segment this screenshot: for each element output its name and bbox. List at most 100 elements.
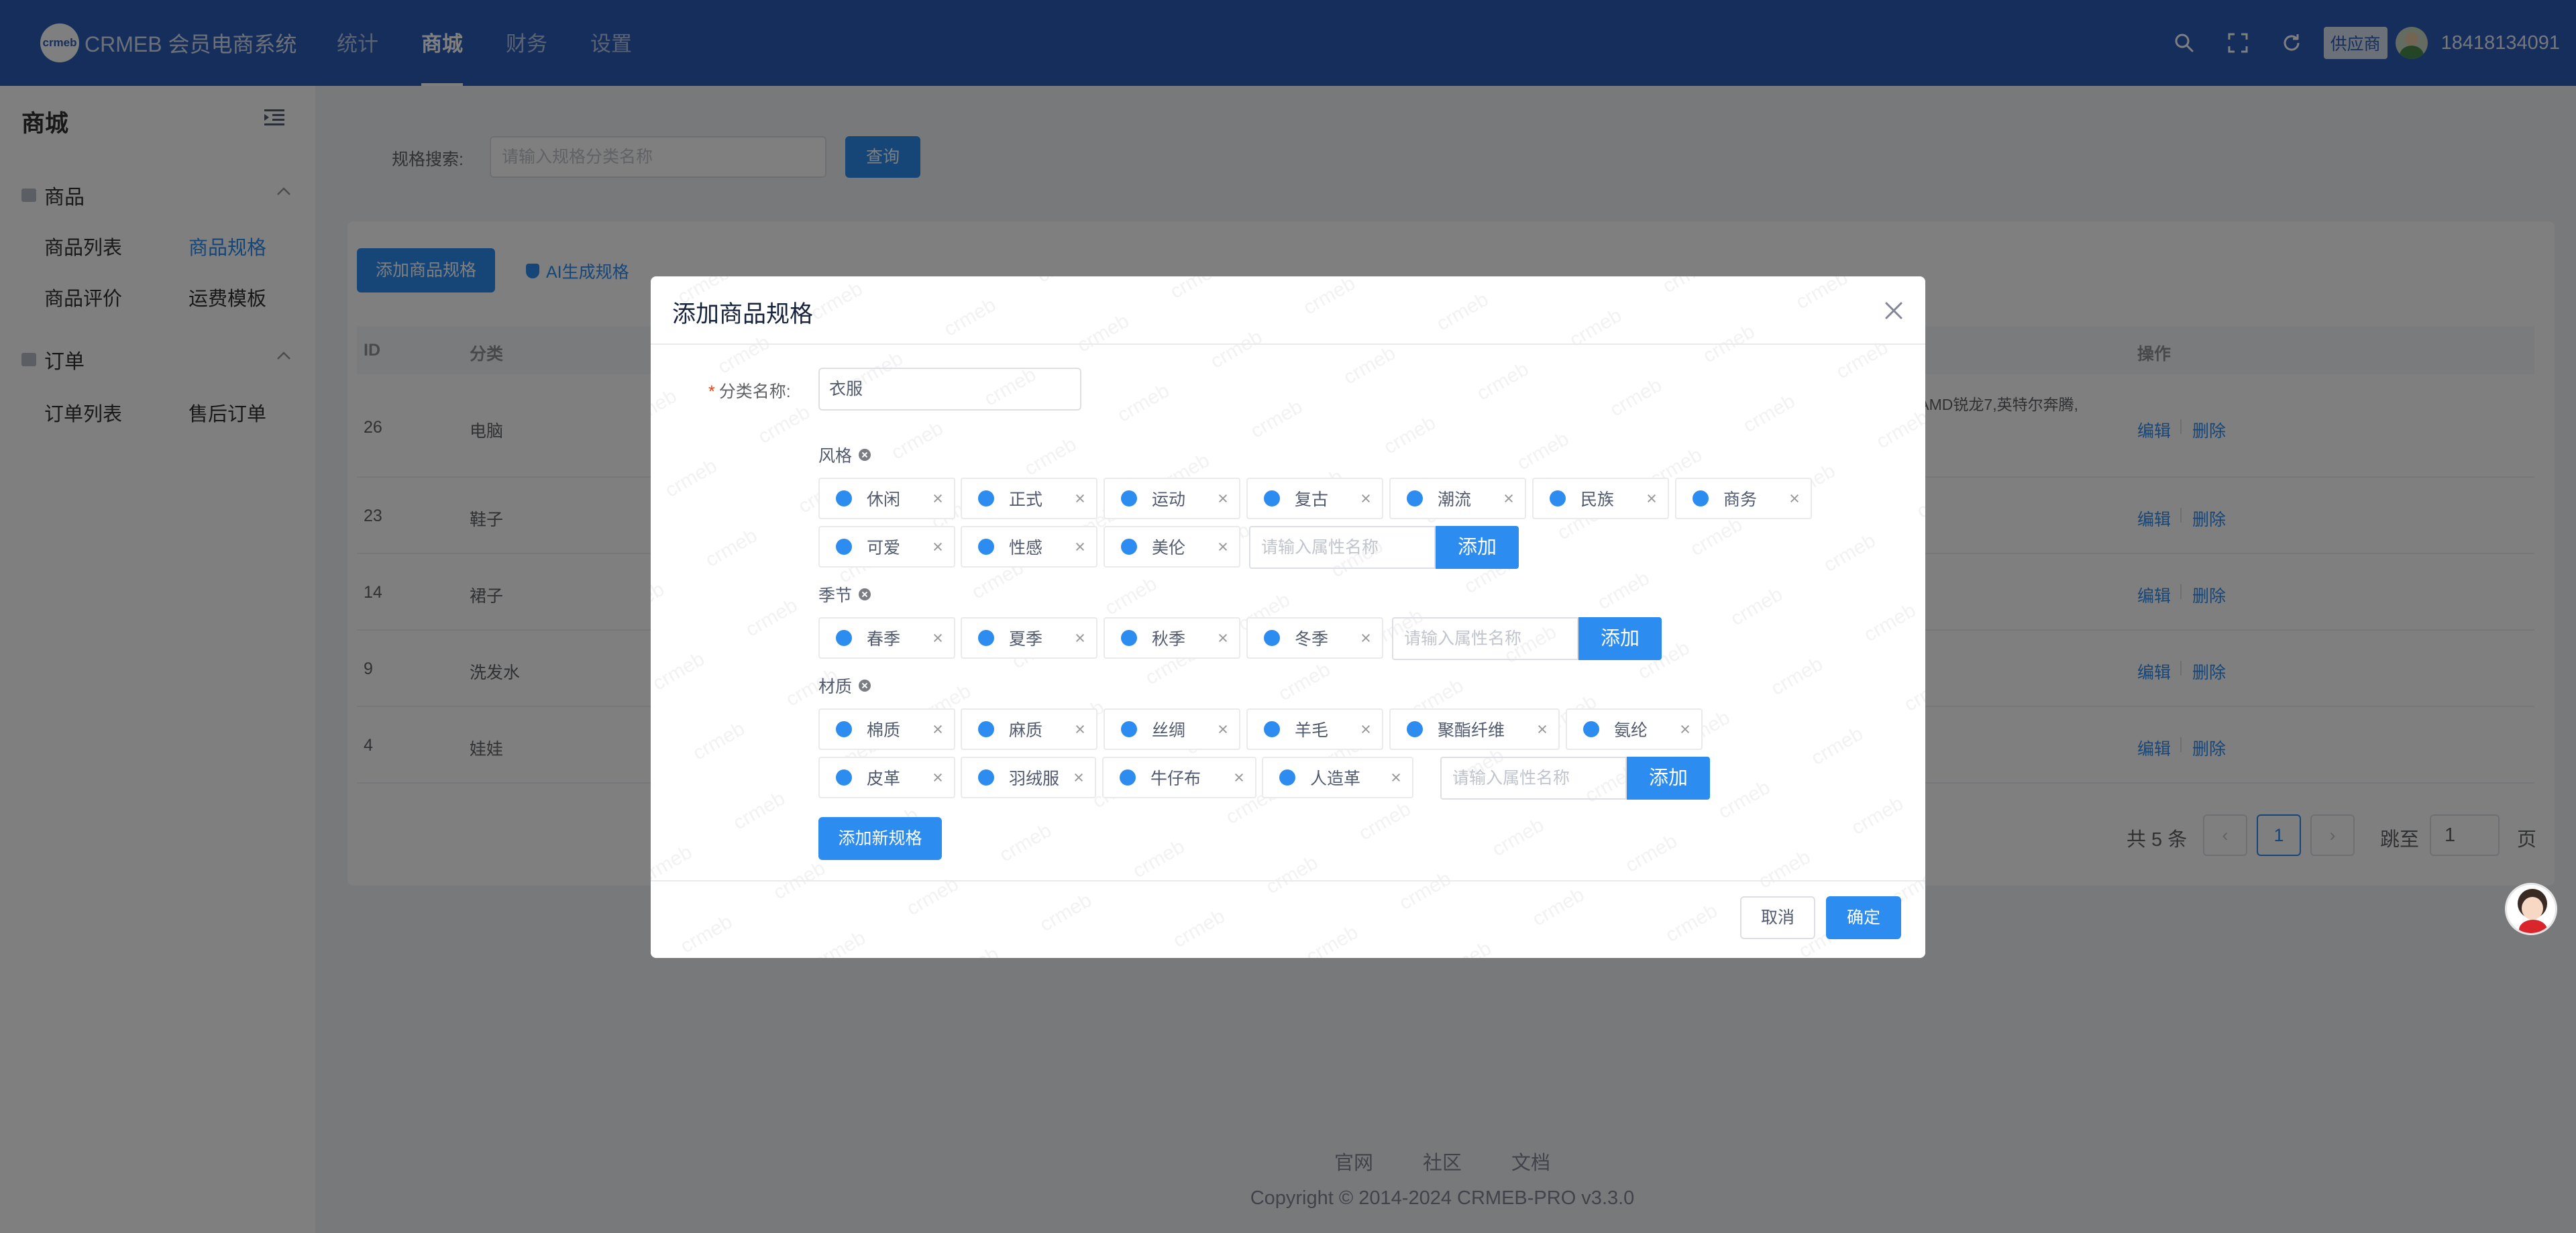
drag-dot-icon[interactable] (1121, 721, 1137, 737)
spec-delete-icon[interactable] (859, 680, 871, 692)
drag-dot-icon[interactable] (1120, 769, 1136, 786)
drag-dot-icon[interactable] (978, 769, 994, 786)
remove-icon[interactable]: × (1064, 537, 1096, 557)
remove-icon[interactable]: × (922, 537, 954, 557)
drag-dot-icon[interactable] (978, 539, 994, 555)
drag-dot-icon[interactable] (836, 539, 852, 555)
customer-service-avatar[interactable] (2505, 883, 2557, 935)
attr-chip: 羽绒服 × (961, 757, 1096, 798)
spec-name: 材质 (818, 678, 853, 696)
add-attr-button[interactable]: 添加 (1436, 526, 1519, 569)
attr-chip: 氨纶 × (1566, 708, 1703, 750)
attr-name-input[interactable]: 请输入属性名称 (1440, 757, 1627, 800)
attr-chip: 秋季 × (1104, 617, 1240, 659)
remove-icon[interactable]: × (922, 488, 954, 509)
remove-icon[interactable]: × (1064, 488, 1096, 509)
attr-chip: 牛仔布 × (1102, 757, 1256, 798)
add-attr-button[interactable]: 添加 (1578, 617, 1662, 660)
remove-icon[interactable]: × (1064, 719, 1096, 740)
attr-chip: 夏季 × (961, 617, 1097, 659)
attr-chip: 民族 × (1532, 478, 1669, 519)
drag-dot-icon[interactable] (836, 630, 852, 646)
spec-title: 风格 (818, 443, 871, 467)
modal-title: 添加商品规格 (672, 301, 814, 327)
attr-name-input[interactable]: 请输入属性名称 (1392, 617, 1578, 660)
attr-chip: 潮流 × (1389, 478, 1526, 519)
remove-icon[interactable]: × (1207, 628, 1239, 649)
attr-chip: 复古 × (1246, 478, 1383, 519)
spec-name: 风格 (818, 447, 853, 466)
drag-dot-icon[interactable] (1279, 769, 1295, 786)
drag-dot-icon[interactable] (1550, 490, 1566, 506)
attr-chip: 春季 × (818, 617, 955, 659)
add-spec-modal: crmeb 添加商品规格 *分类名称: 衣服 风格 休闲× 正式× 运动× 复古… (651, 276, 1925, 958)
remove-icon[interactable]: × (1207, 488, 1239, 509)
attr-chip: 丝绸 × (1104, 708, 1240, 750)
drag-dot-icon[interactable] (1121, 539, 1137, 555)
confirm-button[interactable]: 确定 (1826, 896, 1901, 939)
spec-title: 材质 (818, 674, 871, 698)
remove-icon[interactable]: × (1223, 767, 1255, 788)
spec-delete-icon[interactable] (859, 588, 871, 600)
attr-chip: 商务 × (1675, 478, 1812, 519)
attr-chip: 运动 × (1104, 478, 1240, 519)
remove-icon[interactable]: × (922, 719, 954, 740)
remove-icon[interactable]: × (1350, 488, 1382, 509)
remove-icon[interactable]: × (1207, 537, 1239, 557)
remove-icon[interactable]: × (1063, 767, 1095, 788)
remove-icon[interactable]: × (1669, 719, 1701, 740)
attr-chip: 性感 × (961, 526, 1097, 568)
drag-dot-icon[interactable] (978, 721, 994, 737)
remove-icon[interactable]: × (1380, 767, 1412, 788)
attr-chip: 聚酯纤维 × (1389, 708, 1560, 750)
spec-delete-icon[interactable] (859, 449, 871, 461)
attr-chip: 麻质 × (961, 708, 1097, 750)
attr-chip: 羊毛 × (1246, 708, 1383, 750)
attr-chip: 人造革 × (1262, 757, 1413, 798)
drag-dot-icon[interactable] (1693, 490, 1709, 506)
remove-icon[interactable]: × (922, 767, 954, 788)
remove-icon[interactable]: × (1207, 719, 1239, 740)
drag-dot-icon[interactable] (836, 721, 852, 737)
attr-chip: 美伦 × (1104, 526, 1240, 568)
drag-dot-icon[interactable] (1264, 721, 1280, 737)
drag-dot-icon[interactable] (978, 490, 994, 506)
category-name-input[interactable]: 衣服 (818, 368, 1081, 411)
drag-dot-icon[interactable] (1121, 490, 1137, 506)
drag-dot-icon[interactable] (1121, 630, 1137, 646)
remove-icon[interactable]: × (1350, 628, 1382, 649)
required-mark: * (708, 382, 715, 401)
attr-chip: 可爱 × (818, 526, 955, 568)
remove-icon[interactable]: × (1350, 719, 1382, 740)
remove-icon[interactable]: × (1064, 628, 1096, 649)
drag-dot-icon[interactable] (836, 769, 852, 786)
modal-footer-divider (651, 880, 1925, 881)
remove-icon[interactable]: × (1493, 488, 1525, 509)
attr-chip: 休闲 × (818, 478, 955, 519)
spec-title: 季节 (818, 582, 871, 606)
add-attr-button[interactable]: 添加 (1627, 757, 1710, 800)
remove-icon[interactable]: × (1526, 719, 1558, 740)
add-new-spec-button[interactable]: 添加新规格 (818, 817, 942, 860)
attr-name-input[interactable]: 请输入属性名称 (1249, 526, 1436, 569)
drag-dot-icon[interactable] (1407, 490, 1423, 506)
cancel-button[interactable]: 取消 (1740, 896, 1815, 939)
drag-dot-icon[interactable] (1583, 721, 1599, 737)
remove-icon[interactable]: × (922, 628, 954, 649)
drag-dot-icon[interactable] (836, 490, 852, 506)
drag-dot-icon[interactable] (1264, 630, 1280, 646)
attr-chip: 棉质 × (818, 708, 955, 750)
remove-icon[interactable]: × (1778, 488, 1811, 509)
modal-header: 添加商品规格 (651, 276, 1925, 345)
spec-name: 季节 (818, 586, 853, 605)
category-name-label: * 分类名称: (708, 378, 791, 403)
category-name-text: 分类名称: (718, 382, 791, 401)
attr-chip: 冬季 × (1246, 617, 1383, 659)
remove-icon[interactable]: × (1635, 488, 1668, 509)
drag-dot-icon[interactable] (1407, 721, 1423, 737)
attr-chip: 皮革 × (818, 757, 955, 798)
drag-dot-icon[interactable] (978, 630, 994, 646)
attr-chip: 正式 × (961, 478, 1097, 519)
close-icon[interactable] (1882, 299, 1905, 322)
drag-dot-icon[interactable] (1264, 490, 1280, 506)
